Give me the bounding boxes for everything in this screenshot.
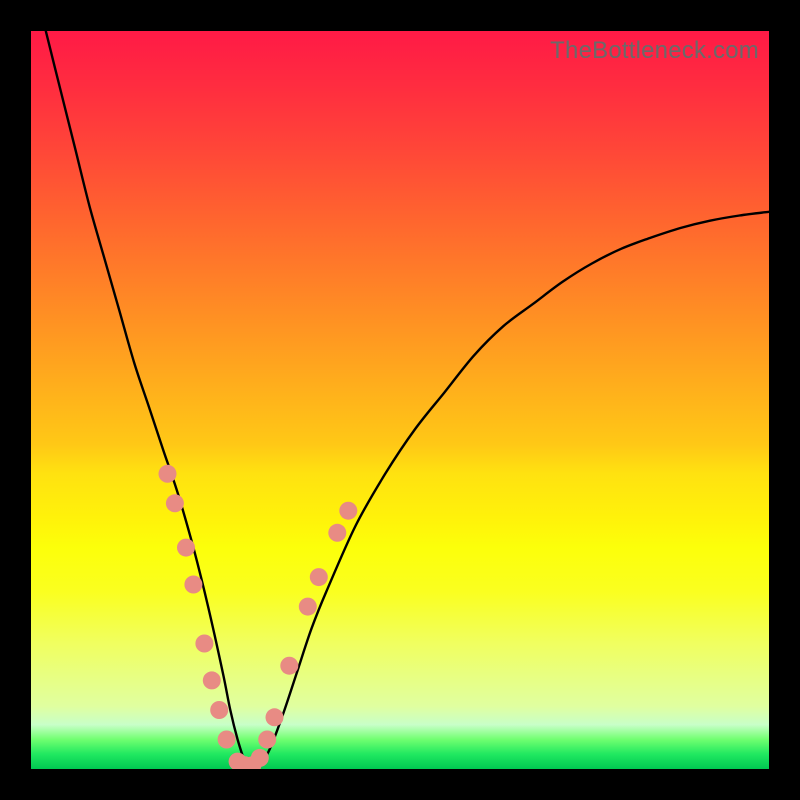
data-point bbox=[258, 731, 276, 749]
data-point bbox=[251, 749, 269, 767]
data-point bbox=[210, 701, 228, 719]
data-point bbox=[310, 568, 328, 586]
data-point bbox=[328, 524, 346, 542]
data-point bbox=[280, 657, 298, 675]
data-point bbox=[195, 635, 213, 653]
data-point bbox=[299, 598, 317, 616]
scatter-dots bbox=[159, 465, 358, 769]
data-point bbox=[166, 494, 184, 512]
data-point bbox=[159, 465, 177, 483]
data-point bbox=[203, 671, 221, 689]
data-point bbox=[266, 708, 284, 726]
bottleneck-curve bbox=[46, 31, 769, 769]
chart-frame: TheBottleneck.com bbox=[0, 0, 800, 800]
data-point bbox=[184, 576, 202, 594]
plot-area: TheBottleneck.com bbox=[31, 31, 769, 769]
curve-svg bbox=[31, 31, 769, 769]
data-point bbox=[177, 539, 195, 557]
data-point bbox=[339, 502, 357, 520]
data-point bbox=[218, 731, 236, 749]
